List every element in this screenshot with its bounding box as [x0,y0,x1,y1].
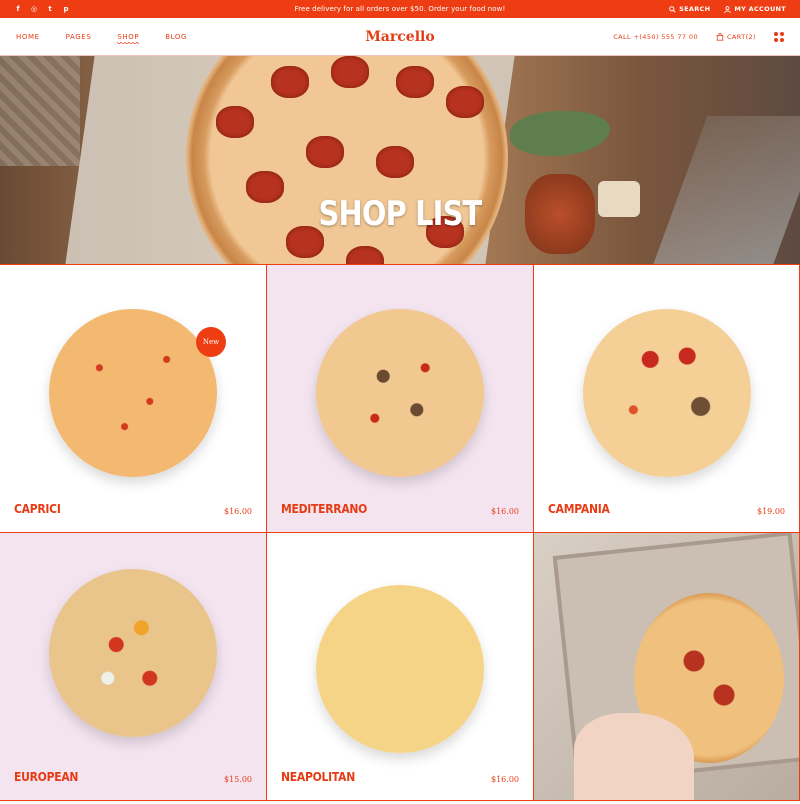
nav-pages[interactable]: PAGES [66,33,92,41]
product-image[interactable] [49,569,217,737]
nav-shop[interactable]: SHOP [117,33,140,45]
product-image[interactable] [316,585,484,753]
social-links: f ◎ t p [14,5,214,13]
product-name[interactable]: CAMPANIA [548,502,610,516]
product-name[interactable]: MEDITERRANO [281,502,367,516]
product-price: $16.00 [491,775,519,784]
cart-link[interactable]: CART(2) [716,33,756,41]
search-link[interactable]: SEARCH [669,5,710,13]
product-card[interactable]: New CAPRICI $16.00 [0,265,267,533]
call-link[interactable]: CALL +(450) 555 77 00 [613,33,698,41]
page-title: SHOP LIST [318,194,483,234]
new-badge: New [196,327,226,357]
product-name[interactable]: EUROPEAN [14,770,78,784]
product-name[interactable]: CAPRICI [14,502,61,516]
account-label: MY ACCOUNT [734,5,786,13]
menu-grid-icon[interactable] [774,31,784,42]
search-icon [669,5,676,13]
product-price: $15.00 [224,775,252,784]
product-price: $19.00 [757,507,785,516]
top-bar: f ◎ t p Free delivery for all orders ove… [0,0,800,18]
product-image[interactable] [316,309,484,477]
hero-tile-decor [0,56,80,166]
promo-photo-tile [534,533,800,801]
product-price: $16.00 [491,507,519,516]
instagram-icon[interactable]: ◎ [30,5,38,13]
search-label: SEARCH [679,5,711,13]
bag-icon [716,32,724,41]
main-nav: HOME PAGES SHOP BLOG Marcello CALL +(450… [0,18,800,56]
nav-blog[interactable]: BLOG [165,33,187,41]
hero-banner: SHOP LIST [0,56,800,264]
site-logo[interactable]: Marcello [365,29,434,45]
product-image[interactable] [49,309,217,477]
product-card[interactable]: NEAPOLITAN $16.00 [267,533,534,801]
product-card[interactable]: MEDITERRANO $16.00 [267,265,534,533]
cart-label: CART(2) [726,32,756,41]
nav-home[interactable]: HOME [16,33,40,41]
hero-basil-decor [510,111,610,156]
user-icon [724,5,732,13]
product-card[interactable]: CAMPANIA $19.00 [534,265,800,533]
hero-board-decor [652,116,800,264]
product-grid: New CAPRICI $16.00 MEDITERRANO $16.00 CA… [0,264,800,801]
product-card[interactable]: EUROPEAN $15.00 [0,533,267,801]
product-name[interactable]: NEAPOLITAN [281,770,355,784]
product-image[interactable] [582,309,751,477]
pinterest-icon[interactable]: p [62,5,70,13]
hands-image [574,713,694,800]
facebook-icon[interactable]: f [14,5,22,13]
account-link[interactable]: MY ACCOUNT [724,5,786,13]
product-price: $16.00 [224,507,252,516]
promo-text: Free delivery for all orders over $50. O… [294,5,506,13]
twitter-icon[interactable]: t [46,5,54,13]
